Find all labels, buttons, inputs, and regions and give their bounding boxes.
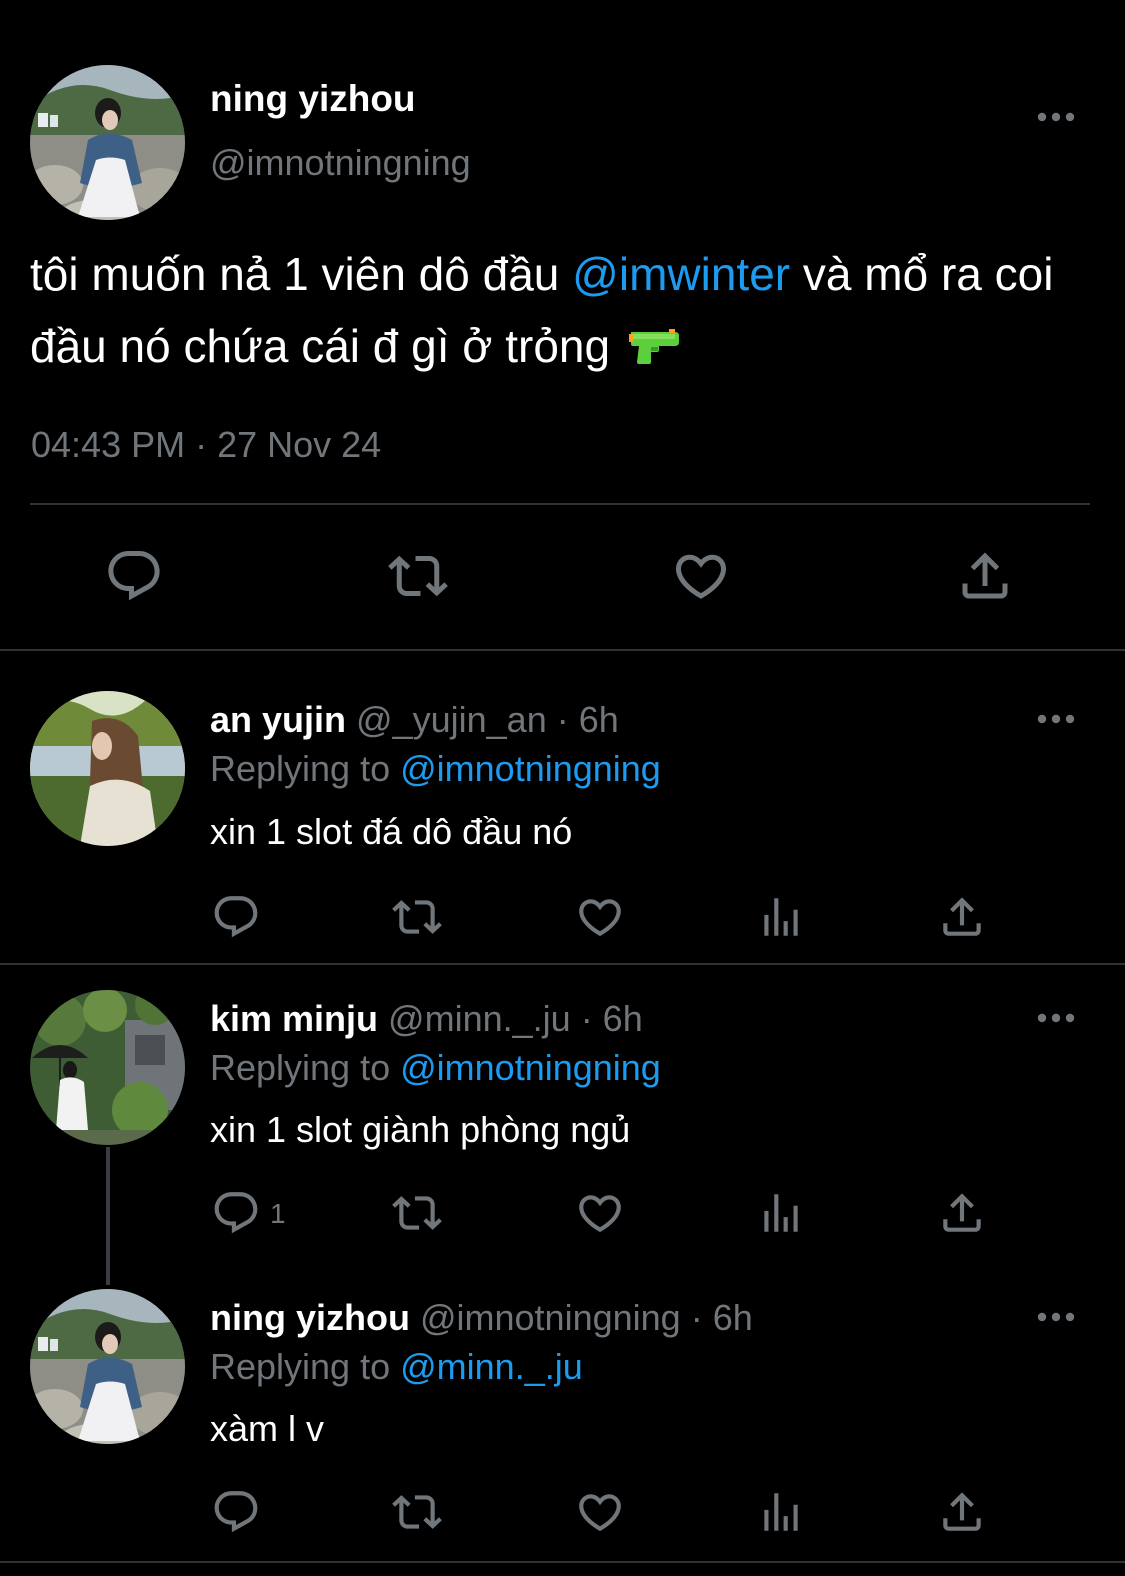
reply-icon[interactable] <box>104 546 164 606</box>
reply-icon[interactable] <box>211 1487 261 1537</box>
reply-icon[interactable] <box>211 892 261 942</box>
replying-to-label: Replying to <box>210 1047 391 1088</box>
share-icon[interactable] <box>937 1487 987 1537</box>
reply-text: xin 1 slot giành phòng ngủ <box>210 1109 631 1150</box>
like-icon[interactable] <box>575 1188 625 1238</box>
tweet-timestamp[interactable]: 04:43 PM · 27 Nov 24 <box>31 424 381 466</box>
more-options-icon[interactable] <box>1036 712 1076 724</box>
reply-header: ning yizhou @imnotningning · 6h <box>210 1297 753 1339</box>
author-handle[interactable]: @imnotningning <box>210 142 471 184</box>
retweet-icon[interactable] <box>386 546 450 606</box>
reply-tweet[interactable]: an yujin @_yujin_an · 6h Replying to @im… <box>0 651 1125 963</box>
reply-count: 1 <box>270 1198 286 1229</box>
replying-to-line: Replying to @imnotningning <box>210 748 661 790</box>
author-name[interactable]: an yujin <box>210 699 346 740</box>
author-name[interactable]: kim minju <box>210 998 378 1039</box>
reply-icon[interactable] <box>211 1188 261 1238</box>
author-name[interactable]: ning yizhou <box>210 78 416 120</box>
replying-to-line: Replying to @imnotningning <box>210 1047 661 1089</box>
water-pistol-icon <box>629 314 681 386</box>
tweet-text: tôi muốn nả 1 viên dô đầu @imwinter và m… <box>30 238 1090 386</box>
replying-to-mention[interactable]: @minn._.ju <box>400 1346 583 1387</box>
more-options-icon[interactable] <box>1036 1011 1076 1023</box>
main-tweet: ning yizhou @imnotningning tôi muốn nả 1… <box>0 0 1125 651</box>
author-handle[interactable]: @minn._.ju <box>388 998 571 1039</box>
replying-to-label: Replying to <box>210 748 391 789</box>
like-icon[interactable] <box>575 1487 625 1537</box>
retweet-icon[interactable] <box>389 892 445 942</box>
share-icon[interactable] <box>937 892 987 942</box>
like-icon[interactable] <box>671 546 731 606</box>
reply-time: · 6h <box>556 699 619 740</box>
avatar[interactable] <box>30 65 185 220</box>
author-handle[interactable]: @_yujin_an <box>356 699 547 740</box>
replying-to-mention[interactable]: @imnotningning <box>400 1047 661 1088</box>
author-name[interactable]: ning yizhou <box>210 1297 410 1338</box>
reply-time: · 6h <box>580 998 643 1039</box>
divider <box>30 503 1090 505</box>
replying-to-line: Replying to @minn._.ju <box>210 1346 583 1388</box>
views-icon[interactable] <box>756 1188 806 1238</box>
more-options-icon[interactable] <box>1036 1310 1076 1322</box>
reply-header: an yujin @_yujin_an · 6h <box>210 699 619 741</box>
reply-tweet[interactable]: kim minju @minn._.ju · 6h Replying to @i… <box>0 965 1125 1265</box>
reply-tweet[interactable]: ning yizhou @imnotningning · 6h Replying… <box>0 1265 1125 1565</box>
reply-time: · 6h <box>690 1297 753 1338</box>
tweet-text-part: tôi muốn nả 1 viên dô đầu <box>30 248 573 300</box>
reply-text: xin 1 slot đá dô đầu nó <box>210 811 573 852</box>
more-options-icon[interactable] <box>1036 110 1076 122</box>
share-icon[interactable] <box>955 546 1015 606</box>
avatar[interactable] <box>30 1289 185 1444</box>
retweet-icon[interactable] <box>389 1188 445 1238</box>
replying-to-mention[interactable]: @imnotningning <box>400 748 661 789</box>
author-handle[interactable]: @imnotningning <box>420 1297 681 1338</box>
mention-link[interactable]: @imwinter <box>572 248 790 300</box>
retweet-icon[interactable] <box>389 1487 445 1537</box>
reply-text: xàm l v <box>210 1408 325 1449</box>
divider <box>0 1561 1125 1563</box>
reply-header: kim minju @minn._.ju · 6h <box>210 998 643 1040</box>
replying-to-label: Replying to <box>210 1346 391 1387</box>
like-icon[interactable] <box>575 892 625 942</box>
views-icon[interactable] <box>756 892 806 942</box>
views-icon[interactable] <box>756 1487 806 1537</box>
share-icon[interactable] <box>937 1188 987 1238</box>
avatar[interactable] <box>30 990 185 1145</box>
avatar[interactable] <box>30 691 185 846</box>
